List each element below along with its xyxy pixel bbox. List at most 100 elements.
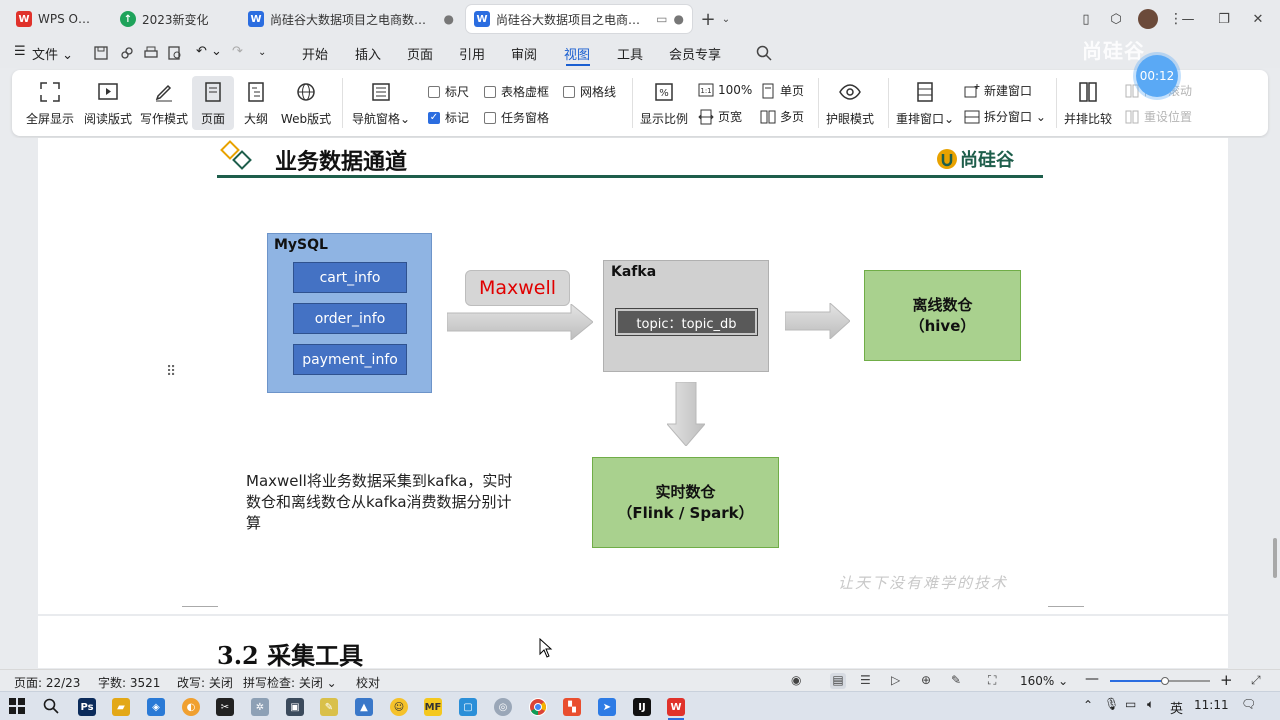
menu-member[interactable]: 会员专享 — [669, 44, 721, 63]
input-language[interactable]: 英 — [1170, 698, 1183, 717]
nav-pane-button[interactable]: 导航窗格⌄ — [352, 76, 410, 130]
globe-icon[interactable]: ⊕ — [921, 673, 937, 689]
tab-wps-office[interactable]: W WPS Office — [8, 5, 108, 33]
new-window-button[interactable]: 新建窗口 — [964, 82, 1032, 99]
eye-mode-button[interactable]: 护眼模式 — [824, 76, 876, 130]
tab-doc-2[interactable]: W 尚硅谷大数据项目之电商数仓 ▭ ● — [466, 5, 692, 33]
menu-insert[interactable]: 插入 — [355, 44, 381, 63]
menu-view[interactable]: 视图 — [564, 44, 590, 63]
zoom-slider[interactable] — [1110, 677, 1210, 685]
play-icon[interactable]: ▷ — [891, 673, 907, 689]
app-icon[interactable]: ▚ — [563, 698, 581, 716]
document-page[interactable]: 业务数据通道 尚硅谷 MySQL cart_info order_info pa… — [38, 138, 1228, 622]
capcut-icon[interactable]: ✂ — [216, 698, 234, 716]
undo-icon[interactable]: ↶ ⌄ — [196, 44, 222, 59]
page-count[interactable]: 页面: 22/23 — [14, 674, 80, 691]
search-icon[interactable] — [755, 44, 773, 62]
settings-gear-icon[interactable]: ✲ — [251, 698, 269, 716]
tab-2023-changes[interactable]: ↑ 2023新变化 — [112, 5, 236, 33]
zoom-in-button[interactable]: + — [1220, 671, 1233, 689]
chevron-down-icon[interactable]: ⌄ — [258, 47, 266, 58]
zoom-100-button[interactable]: 1:1 100% — [698, 82, 752, 98]
zoom-slider-thumb[interactable] — [1161, 677, 1169, 685]
notification-icon[interactable]: 🗨︎ — [1241, 697, 1256, 711]
layout-icon[interactable]: ▯ — [1076, 9, 1096, 29]
menu-page[interactable]: 页面 — [407, 44, 433, 63]
menu-tools[interactable]: 工具 — [617, 44, 643, 63]
multi-page-button[interactable]: 多页 — [760, 108, 804, 125]
single-page-button[interactable]: 单页 — [760, 82, 804, 99]
marks-checkbox[interactable]: ✓ 标记 — [428, 109, 469, 126]
proof-button[interactable]: 校对 — [356, 674, 380, 691]
side-by-side-button[interactable]: 并排比较 — [1062, 76, 1114, 130]
cube-icon[interactable]: ⬡ — [1106, 9, 1126, 29]
page-mode-button[interactable]: 页面 — [192, 76, 234, 130]
document-page[interactable]: 3.2 采集工具 — [38, 616, 1228, 668]
reading-mode-button[interactable]: 阅读版式 — [82, 76, 134, 130]
clock[interactable]: 11:11 — [1194, 698, 1229, 712]
close-icon[interactable]: ● — [674, 12, 684, 26]
revise-status[interactable]: 改写: 关闭 — [177, 674, 233, 691]
document-area[interactable]: 业务数据通道 尚硅谷 MySQL cart_info order_info pa… — [0, 138, 1280, 668]
menu-review[interactable]: 审阅 — [511, 44, 537, 63]
chevron-up-icon[interactable]: ⌃ — [1083, 698, 1093, 712]
pen-icon[interactable]: ✎ — [951, 673, 967, 689]
app-icon[interactable]: ▢ — [459, 698, 477, 716]
intellij-icon[interactable]: IJ — [633, 698, 651, 716]
writing-mode-button[interactable]: 写作模式 — [138, 76, 190, 130]
volume-icon[interactable]: 🔈︎ — [1147, 697, 1154, 712]
app-icon[interactable]: ◎ — [494, 698, 512, 716]
page-view-icon[interactable]: ▤ — [830, 673, 846, 689]
minimize-icon[interactable]: — — [1178, 9, 1198, 29]
gridlines-checkbox[interactable]: 网格线 — [563, 83, 616, 100]
rearrange-window-button[interactable]: 重排窗口⌄ — [896, 76, 954, 130]
eye-icon[interactable]: ◉ — [791, 673, 807, 689]
link-icon[interactable] — [118, 44, 136, 62]
redo-icon[interactable]: ↷ — [232, 44, 243, 59]
table-grid-checkbox[interactable]: 表格虚框 — [484, 83, 549, 100]
remote-icon[interactable]: ▣ — [286, 698, 304, 716]
spell-check-status[interactable]: 拼写检查: 关闭 ⌄ — [243, 674, 337, 691]
avatar[interactable] — [1138, 9, 1158, 29]
photoshop-icon[interactable]: Ps — [78, 698, 96, 716]
outline-button[interactable]: 大纲 — [238, 76, 274, 130]
menu-file[interactable]: 文件 ⌄ — [32, 44, 73, 63]
fullscreen-icon[interactable]: ⤢ — [1251, 673, 1267, 689]
task-pane-checkbox[interactable]: 任务窗格 — [484, 109, 549, 126]
chevron-down-icon[interactable]: ⌄ — [716, 9, 736, 29]
folder-icon[interactable]: ▰ — [112, 698, 130, 716]
restore-icon[interactable]: ❐ — [1214, 9, 1234, 29]
split-window-button[interactable]: 拆分窗口 ⌄ — [964, 108, 1046, 125]
word-count[interactable]: 字数: 3521 — [98, 674, 160, 691]
reset-position-button[interactable]: 重设位置 — [1124, 108, 1192, 125]
new-tab-button[interactable]: + — [698, 9, 718, 30]
zoom-out-button[interactable]: — — [1085, 671, 1099, 687]
image-icon[interactable]: ▲ — [355, 698, 373, 716]
save-icon[interactable] — [92, 44, 110, 62]
ruler-checkbox[interactable]: 标尺 — [428, 83, 469, 100]
close-window-icon[interactable]: ✕ — [1248, 9, 1268, 29]
chrome-icon[interactable] — [529, 698, 547, 716]
web-layout-button[interactable]: Web版式 — [280, 76, 332, 130]
print-icon[interactable] — [142, 44, 160, 62]
microphone-icon[interactable]: 🎙︎ — [1104, 697, 1119, 711]
close-icon[interactable]: ● — [444, 12, 454, 26]
windows-start-icon[interactable] — [9, 698, 25, 714]
app-icon[interactable]: ◈ — [147, 698, 165, 716]
menu-reference[interactable]: 引用 — [459, 44, 485, 63]
menu-home[interactable]: 开始 — [302, 44, 328, 63]
browser-icon[interactable]: ◐ — [182, 698, 200, 716]
battery-icon[interactable]: ▭ — [1125, 697, 1136, 711]
hamburger-icon[interactable]: ☰ — [14, 44, 26, 59]
notepad-icon[interactable]: ✎ — [320, 698, 338, 716]
scrollbar[interactable] — [1270, 138, 1280, 668]
outline-view-icon[interactable]: ☰ — [860, 673, 876, 689]
page-width-button[interactable]: 页宽 — [698, 108, 742, 125]
wps-icon[interactable]: W — [667, 698, 685, 716]
fit-icon[interactable]: ⛶ — [988, 673, 1004, 689]
feishu-icon[interactable]: ➤ — [598, 698, 616, 716]
zoom-ratio-button[interactable]: % 显示比例 — [638, 76, 690, 130]
recording-timer[interactable]: 00:12 — [1136, 55, 1178, 97]
mf-icon[interactable]: MF — [424, 698, 442, 716]
scrollbar-thumb[interactable] — [1273, 538, 1277, 578]
